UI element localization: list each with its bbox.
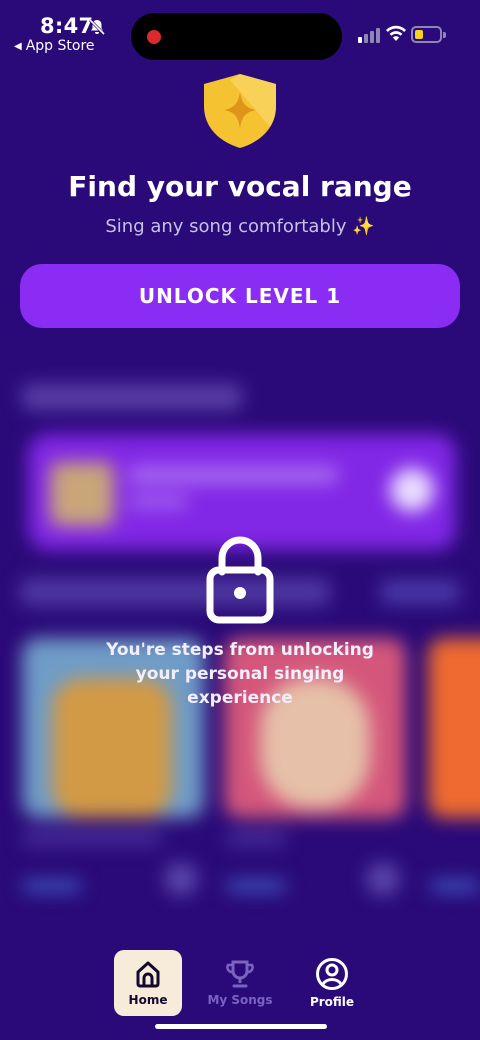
trophy-icon: [226, 960, 254, 988]
status-bar: 8:47 ◀ App Store: [0, 0, 480, 62]
locked-message: You're steps from unlocking your persona…: [106, 640, 374, 708]
home-icon: [136, 961, 160, 988]
cell-signal-icon: [358, 28, 380, 43]
tab-my-songs[interactable]: My Songs: [206, 950, 274, 1016]
back-label: App Store: [25, 38, 95, 54]
bell-slash-icon: [88, 18, 106, 36]
bottom-nav: Home My Songs Profile: [0, 940, 480, 1040]
profile-icon: [316, 958, 348, 990]
battery-icon: [411, 26, 446, 43]
tab-home-label: Home: [128, 993, 168, 1007]
dynamic-island: [131, 13, 342, 60]
tab-profile[interactable]: Profile: [298, 950, 366, 1016]
back-to-app-store-link[interactable]: ◀ App Store: [14, 38, 95, 54]
tab-my-songs-label: My Songs: [207, 993, 273, 1007]
page-subtitle: Sing any song comfortably ✨: [105, 216, 375, 237]
tab-home[interactable]: Home: [114, 950, 182, 1016]
shield-sparkle-icon: [204, 74, 276, 148]
lock-icon: [206, 536, 274, 624]
locked-content-preview: You're steps from unlocking your persona…: [0, 348, 480, 928]
status-time: 8:47: [40, 14, 94, 38]
home-indicator: [155, 1024, 327, 1029]
back-arrow-icon: ◀: [14, 40, 22, 52]
recording-dot-icon: [147, 30, 161, 44]
unlock-level-button[interactable]: UNLOCK LEVEL 1: [20, 264, 460, 328]
tab-profile-label: Profile: [309, 995, 355, 1009]
wifi-icon: [386, 25, 406, 41]
page-title: Find your vocal range: [68, 170, 412, 203]
